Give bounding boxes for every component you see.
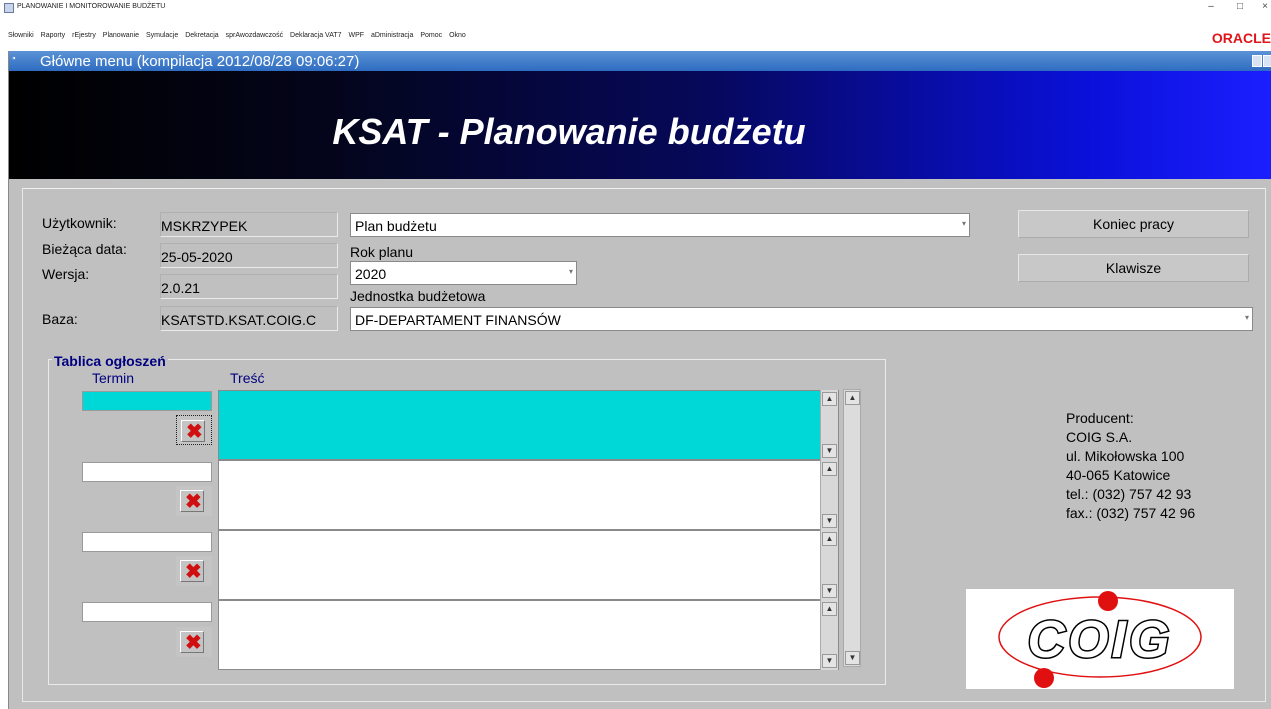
scroll-down-icon[interactable]: ▼ [822,514,837,528]
menu-rejestry[interactable]: rEjestry [72,32,96,39]
keys-button[interactable]: Klawisze [1018,254,1249,282]
banner: KSAT - Planowanie budżetu [9,71,1271,179]
term-field-1[interactable] [82,391,212,411]
chevron-down-icon: ▾ [1244,313,1249,322]
content-scrollbar-4[interactable]: ▲ ▼ [820,600,838,670]
year-label: Rok planu [350,244,414,260]
delete-icon: ✖ [185,632,202,654]
app-window: PLANOWANIE I MONITOROWANIE BUDŻETU – □ ×… [0,0,1271,709]
producer-city: 40-065 Katowice [1066,467,1171,483]
menu-slowniki[interactable]: Słowniki [8,32,34,39]
content-field-1[interactable] [218,390,839,460]
version-label: Wersja: [42,266,90,282]
delete-button-1[interactable]: ✖ [176,415,212,445]
scroll-up-icon[interactable]: ▲ [822,392,837,406]
date-field: 25-05-2020 [160,243,338,268]
unit-label: Jednostka budżetowa [350,288,486,304]
delete-button-3[interactable]: ✖ [176,556,212,586]
date-label: Bieżąca data: [42,241,127,257]
exit-button[interactable]: Koniec pracy [1018,210,1249,238]
scroll-down-icon[interactable]: ▼ [822,444,837,458]
banner-title: KSAT - Planowanie budżetu [332,111,806,152]
scroll-up-icon[interactable]: ▲ [822,602,837,616]
user-field: MSKRZYPEK [160,212,338,237]
menu-items: Słowniki Raporty rEjestry Planowanie Sym… [8,32,471,39]
scroll-up-icon[interactable]: ▲ [845,391,860,405]
delete-button-2[interactable]: ✖ [176,486,212,516]
term-field-3[interactable] [82,532,212,552]
app-icon [4,3,14,13]
menu-deklaracja-vat7[interactable]: Deklaracja VAT7 [290,32,341,39]
inner-window-titlebar: ⁍ Główne menu (kompilacja 2012/08/28 09:… [9,51,1271,71]
bulletin-board-title: Tablica ogłoszeń [52,353,168,369]
logo-text-fill: COIG [1028,611,1173,669]
inner-minimize-button[interactable] [1252,55,1262,67]
menu-bar: Słowniki Raporty rEjestry Planowanie Sym… [0,26,1271,46]
content-scrollbar-2[interactable]: ▲ ▼ [820,460,838,530]
budget-unit-select[interactable]: DF-DEPARTAMENT FINANSÓW ▾ [350,307,1253,331]
inner-window-controls [1252,55,1271,68]
content-field-4[interactable] [218,600,839,670]
menu-dekretacja[interactable]: Dekretacja [185,32,218,39]
scroll-up-icon[interactable]: ▲ [822,462,837,476]
maximize-button[interactable]: □ [1230,0,1250,16]
scroll-down-icon[interactable]: ▼ [822,584,837,598]
module-select-value: Plan budżetu [355,218,437,234]
producer-street: ul. Mikołowska 100 [1066,448,1185,464]
version-field: 2.0.21 [160,274,338,299]
window-title: PLANOWANIE I MONITOROWANIE BUDŻETU [17,3,166,10]
database-field: KSATSTD.KSAT.COIG.C [160,306,338,331]
content-scrollbar-3[interactable]: ▲ ▼ [820,530,838,600]
menu-wpf[interactable]: WPF [348,32,364,39]
oracle-logo: ORACLE [1211,30,1271,46]
menu-okno[interactable]: Okno [449,32,466,39]
producer-heading: Producent: [1066,410,1134,426]
delete-button-4[interactable]: ✖ [176,627,212,657]
scroll-down-icon[interactable]: ▼ [822,654,837,668]
year-select[interactable]: 2020 ▾ [350,261,577,285]
chevron-down-icon: ▾ [568,267,573,276]
column-content-header: Treść [230,370,265,386]
content-field-2[interactable] [218,460,839,530]
menu-pomoc[interactable]: Pomoc [420,32,442,39]
producer-fax: fax.: (032) 757 42 96 [1066,505,1196,521]
inner-maximize-button[interactable] [1263,55,1271,67]
coig-logo: COIG COIG [966,589,1234,689]
menu-raporty[interactable]: Raporty [41,32,66,39]
content-field-3[interactable] [218,530,839,600]
delete-icon: ✖ [185,491,202,513]
chevron-down-icon: ▾ [961,219,966,228]
window-titlebar: PLANOWANIE I MONITOROWANIE BUDŻETU – □ × [0,0,1271,18]
user-label: Użytkownik: [42,215,117,231]
inner-window-title: Główne menu (kompilacja 2012/08/28 09:06… [40,53,360,70]
content-scrollbar-1[interactable]: ▲ ▼ [820,390,838,460]
scroll-up-icon[interactable]: ▲ [822,532,837,546]
menu-administracja[interactable]: aDministracja [371,32,413,39]
menu-sprawozdawczosc[interactable]: sprAwozdawczość [226,32,283,39]
minimize-button[interactable]: – [1201,0,1221,16]
producer-info: Producent: COIG S.A. ul. Mikołowska 100 … [1066,409,1195,523]
close-button[interactable]: × [1255,0,1271,16]
scroll-down-icon[interactable]: ▼ [845,651,860,665]
database-label: Baza: [42,311,78,327]
term-field-2[interactable] [82,462,212,482]
window-menu-icon[interactable]: ⁍ [12,54,16,63]
term-field-4[interactable] [82,602,212,622]
delete-icon: ✖ [186,421,203,443]
menu-planowanie[interactable]: Planowanie [103,32,139,39]
module-select[interactable]: Plan budżetu ▾ [350,213,970,237]
budget-unit-select-value: DF-DEPARTAMENT FINANSÓW [355,312,561,328]
producer-phone: tel.: (032) 757 42 93 [1066,486,1192,502]
delete-icon: ✖ [185,561,202,583]
board-scrollbar[interactable]: ▲ ▼ [843,389,861,667]
producer-name: COIG S.A. [1066,429,1133,445]
column-term-header: Termin [92,370,135,386]
year-select-value: 2020 [355,266,387,282]
menu-symulacje[interactable]: Symulacje [146,32,178,39]
